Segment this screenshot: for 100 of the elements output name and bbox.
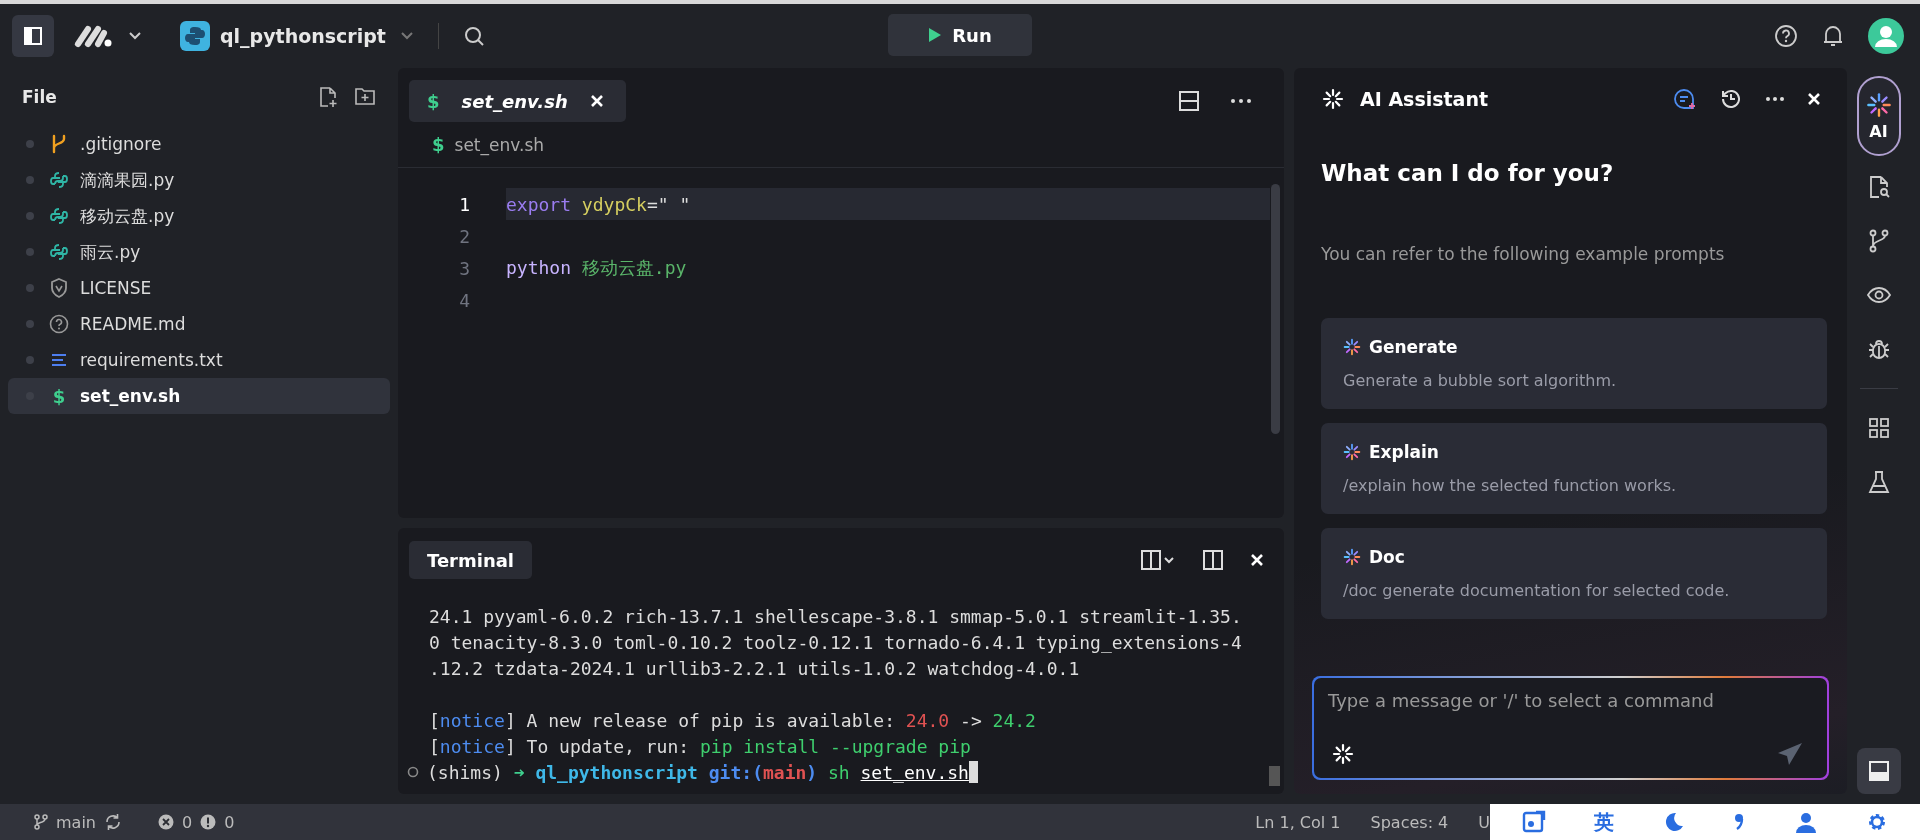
text-cursor — [968, 761, 978, 783]
new-folder-icon[interactable] — [354, 86, 376, 106]
error-icon[interactable] — [158, 814, 174, 830]
close-icon[interactable] — [1250, 553, 1264, 567]
panel-toggle-button[interactable] — [1856, 748, 1901, 794]
encoding-setting[interactable]: U — [1478, 812, 1490, 832]
sparkle-icon — [1343, 443, 1361, 461]
layout-dropdown-icon[interactable] — [1140, 549, 1176, 571]
greeting-heading: What can I do for you? — [1320, 160, 1615, 186]
indentation-setting[interactable]: Spaces: 4 — [1370, 812, 1449, 832]
file-item[interactable]: README.md — [8, 306, 390, 342]
branch-icon[interactable] — [34, 814, 48, 830]
terminal-prompt: (shims) ➜ ql_pythonscript git:(main) sh set_env.sh — [427, 761, 969, 783]
python-file-icon — [50, 207, 68, 225]
prompt-title: Generate — [1369, 337, 1458, 357]
terminal-line: [notice] A new release of pip is available: 24.0 -> 24.2 — [429, 709, 1036, 731]
file-item[interactable]: requirements.txt — [8, 342, 390, 378]
line-number: 3 — [458, 257, 471, 279]
editor-tab[interactable]: $ set_env.sh — [409, 80, 626, 122]
file-item[interactable]: 移动云盘.py — [8, 198, 390, 234]
new-file-icon[interactable] — [318, 86, 338, 108]
breadcrumb-item[interactable]: set_env.sh — [454, 134, 545, 155]
file-item[interactable]: .gitignore — [8, 126, 390, 162]
help-icon[interactable] — [1774, 24, 1798, 48]
terminal-line: 24.1 pyyaml-6.0.2 rich-13.7.1 shellescape-3.8.1 smmap-5.0.1 streamlit-1.35. — [429, 605, 1242, 627]
avatar-icon[interactable] — [1868, 18, 1904, 54]
terminal-line: [notice] To update, run: pip install --upgrade pip — [429, 735, 971, 757]
split-editor-icon[interactable] — [1178, 90, 1200, 112]
sidebar-toggle-button[interactable] — [12, 15, 54, 57]
file-status-dot — [26, 284, 34, 292]
line-number: 4 — [458, 289, 471, 311]
file-status-dot — [26, 140, 34, 148]
warning-icon[interactable] — [200, 814, 217, 830]
python-file-icon — [50, 243, 68, 261]
ime-logo-icon[interactable] — [1522, 810, 1546, 834]
scrollbar[interactable] — [1269, 766, 1280, 786]
sparkle-icon — [1343, 338, 1361, 356]
new-chat-icon[interactable] — [1673, 87, 1697, 111]
search-icon[interactable] — [462, 25, 485, 47]
bug-icon — [1866, 337, 1891, 361]
terminal-line: 0 tenacity-8.3.0 toml-0.10.2 toolz-0.12.1 tornado-6.4.1 typing_extensions-4 — [429, 631, 1242, 653]
explorer-title: File — [22, 87, 57, 107]
sparkle-icon — [1865, 91, 1892, 118]
scrollbar[interactable] — [1271, 184, 1280, 434]
run-button[interactable]: Run — [888, 14, 1032, 56]
input-mode-toggle[interactable]: 英 — [1594, 808, 1614, 836]
example-prompt-card[interactable]: Generate Generate a bubble sort algorithm. — [1321, 318, 1827, 409]
file-item[interactable]: 雨云.py — [8, 234, 390, 270]
play-icon — [928, 27, 943, 43]
cursor-position[interactable]: Ln 1, Col 1 — [1255, 812, 1341, 832]
punctuation-icon[interactable] — [1732, 811, 1746, 833]
error-count[interactable]: 0 — [182, 812, 193, 832]
project-name[interactable]: ql_pythonscript — [220, 25, 386, 47]
tab-label: set_env.sh — [461, 90, 568, 112]
status-circle-icon — [407, 766, 419, 778]
example-prompt-card[interactable]: Doc /doc generate documentation for selected code. — [1321, 528, 1827, 619]
branch-icon — [51, 134, 67, 154]
panel-title: AI Assistant — [1360, 88, 1489, 110]
chevron-down-icon[interactable] — [128, 31, 142, 41]
example-prompt-card[interactable]: Explain /explain how the selected function works. — [1321, 423, 1827, 514]
terminal-line: .12.2 tzdata-2024.1 urllib3-2.2.1 utils-1.0.2 watchdog-4.0.1 — [429, 657, 1080, 679]
file-status-dot — [26, 176, 34, 184]
text-lines-icon — [51, 353, 67, 367]
python-file-icon — [50, 171, 68, 189]
grid-icon — [1867, 417, 1890, 439]
settings-icon[interactable] — [1866, 811, 1888, 833]
warning-count[interactable]: 0 — [224, 812, 235, 832]
close-icon[interactable] — [589, 94, 604, 108]
dollar-icon: $ — [52, 385, 66, 407]
file-item[interactable]: $ set_env.sh — [8, 378, 390, 414]
user-icon[interactable] — [1794, 811, 1818, 833]
code-line: python 移动云盘.py — [506, 256, 687, 280]
bell-icon[interactable] — [1822, 24, 1844, 48]
file-status-dot — [26, 356, 34, 364]
python-icon — [180, 21, 210, 51]
dollar-icon: $ — [432, 134, 445, 155]
history-icon[interactable] — [1719, 87, 1743, 111]
send-icon[interactable] — [1777, 742, 1803, 766]
prompt-title: Explain — [1369, 442, 1439, 462]
file-status-dot — [26, 320, 34, 328]
terminal-tab[interactable]: Terminal — [409, 541, 533, 579]
logo-icon[interactable] — [74, 24, 114, 48]
prompt-title: Doc — [1369, 547, 1405, 567]
more-icon[interactable] — [1230, 98, 1252, 104]
code-line: export ydypCk=" " — [506, 193, 691, 215]
sync-icon[interactable] — [104, 813, 122, 831]
split-terminal-icon[interactable] — [1202, 549, 1224, 571]
line-number: 2 — [458, 225, 471, 247]
more-icon[interactable] — [1765, 96, 1785, 102]
file-item[interactable]: LICENSE — [8, 270, 390, 306]
file-item[interactable]: 滴滴果园.py — [8, 162, 390, 198]
hint-text: You can refer to the following example prompts — [1320, 243, 1726, 266]
ai-assistant-button[interactable]: AI — [1856, 76, 1901, 156]
sparkle-icon[interactable] — [1332, 743, 1354, 765]
close-icon[interactable] — [1807, 92, 1821, 106]
message-input-field[interactable]: Type a message or '/' to select a command — [1312, 676, 1829, 780]
flask-icon — [1867, 470, 1890, 494]
shield-icon — [50, 278, 68, 298]
message-input[interactable]: Type a message or '/' to select a command — [1314, 678, 1827, 736]
branch-name[interactable]: main — [56, 812, 96, 832]
